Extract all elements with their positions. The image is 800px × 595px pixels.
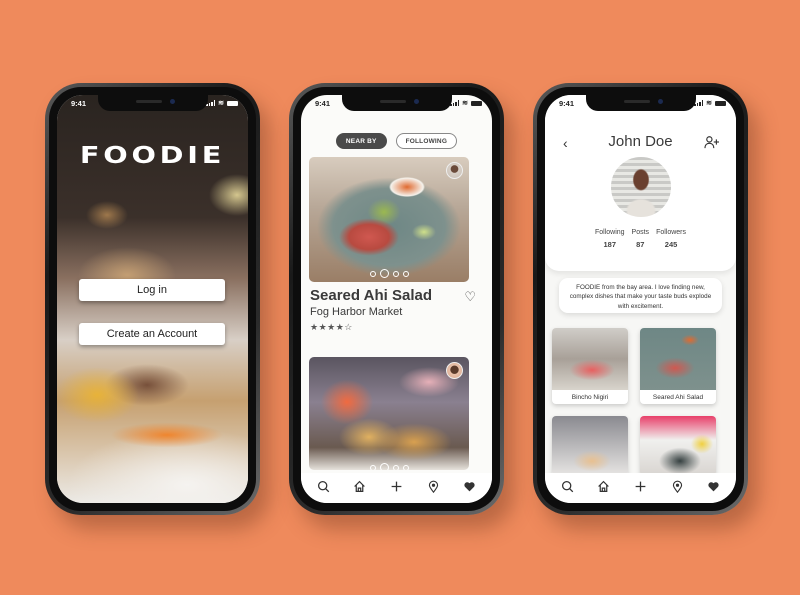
signal-icon bbox=[694, 100, 704, 106]
profile-screen: ‹ John Doe Following 187 Posts 87 Follow… bbox=[545, 95, 736, 503]
tab-following[interactable]: FOLLOWING bbox=[395, 133, 458, 149]
carousel-dot-active[interactable] bbox=[379, 463, 389, 470]
grid-post[interactable]: Bincho Nigiri bbox=[552, 328, 628, 404]
post-image[interactable] bbox=[309, 157, 469, 282]
grid-post[interactable] bbox=[552, 416, 628, 476]
nav-search[interactable] bbox=[558, 477, 576, 495]
heart-icon bbox=[464, 481, 475, 491]
grid-post-image bbox=[552, 416, 628, 476]
create-account-button[interactable]: Create an Account bbox=[79, 323, 225, 345]
heart-icon bbox=[708, 481, 719, 491]
plus-icon bbox=[391, 481, 402, 491]
signal-icon bbox=[206, 100, 216, 106]
search-icon bbox=[317, 480, 330, 492]
notch bbox=[585, 95, 696, 111]
stat-value: 87 bbox=[636, 240, 645, 249]
notch bbox=[341, 95, 452, 111]
stat-label: Posts bbox=[631, 229, 650, 236]
carousel-dot-active[interactable] bbox=[379, 269, 389, 278]
bottom-nav bbox=[545, 473, 736, 503]
nav-add[interactable] bbox=[387, 477, 405, 495]
carousel-dot[interactable] bbox=[392, 464, 399, 470]
profile-avatar[interactable] bbox=[608, 155, 673, 219]
stat-value: 245 bbox=[664, 240, 678, 249]
nav-favorites[interactable] bbox=[705, 477, 723, 495]
poster-avatar[interactable] bbox=[446, 362, 463, 379]
battery-icon bbox=[471, 100, 482, 106]
grid-post-label: Seared Ahi Salad bbox=[652, 393, 704, 401]
carousel-dot[interactable] bbox=[402, 270, 409, 277]
grid-post-image bbox=[552, 328, 628, 390]
poster-avatar[interactable] bbox=[446, 162, 463, 179]
grid-post-image bbox=[640, 416, 716, 476]
status-time: 9:41 bbox=[559, 98, 575, 108]
login-screen: 9:41 ≋ FOODIE Log in Create an Account bbox=[57, 95, 248, 503]
tab-near-by[interactable]: NEAR BY bbox=[335, 133, 387, 149]
carousel-dot[interactable] bbox=[402, 464, 409, 470]
home-icon bbox=[354, 480, 366, 492]
carousel-dots bbox=[309, 463, 469, 470]
bottom-nav bbox=[301, 473, 492, 503]
app-logo: FOODIE bbox=[79, 143, 226, 169]
home-icon bbox=[598, 480, 610, 492]
location-pin-icon bbox=[672, 480, 682, 493]
profile-header: ‹ John Doe Following 187 Posts 87 Follow… bbox=[545, 95, 736, 271]
feed-screen: 9:41 ≋ NEAR BY FOLLOWING Seared Ahi Sala… bbox=[301, 95, 492, 503]
stat-label: Following bbox=[594, 229, 625, 236]
grid-post[interactable]: Seared Ahi Salad bbox=[640, 328, 716, 404]
post-title: Seared Ahi Salad bbox=[310, 287, 432, 304]
nav-search[interactable] bbox=[314, 477, 332, 495]
profile-stats: Following 187 Posts 87 Followers 245 bbox=[545, 229, 736, 249]
location-pin-icon bbox=[428, 480, 438, 493]
wifi-icon: ≋ bbox=[706, 99, 712, 107]
rating-stars: ★★★★☆ bbox=[310, 322, 353, 332]
grid-post[interactable] bbox=[640, 416, 716, 476]
wifi-icon: ≋ bbox=[462, 99, 468, 107]
nav-location[interactable] bbox=[668, 477, 686, 495]
signal-icon bbox=[450, 100, 460, 106]
battery-icon bbox=[227, 100, 238, 106]
phone-profile: ‹ John Doe Following 187 Posts 87 Follow… bbox=[533, 83, 748, 515]
nav-location[interactable] bbox=[424, 477, 442, 495]
profile-bio: FOODIE from the bay area. I love finding… bbox=[559, 278, 722, 313]
status-time: 9:41 bbox=[71, 98, 87, 108]
phone-login: 9:41 ≋ FOODIE Log in Create an Account bbox=[45, 83, 260, 515]
stat-label: Followers bbox=[656, 229, 687, 236]
stat-following[interactable]: Following 187 bbox=[595, 229, 625, 249]
wifi-icon: ≋ bbox=[218, 99, 224, 107]
battery-icon bbox=[715, 100, 726, 106]
grid-post-label: Bincho Nigiri bbox=[571, 393, 609, 401]
carousel-dots bbox=[309, 269, 469, 278]
search-icon bbox=[561, 480, 574, 492]
nav-add[interactable] bbox=[631, 477, 649, 495]
post-image[interactable] bbox=[309, 357, 469, 470]
carousel-dot[interactable] bbox=[369, 270, 376, 277]
feed-tabs: NEAR BY FOLLOWING bbox=[301, 133, 492, 149]
post-place: Fog Harbor Market bbox=[310, 306, 403, 318]
phone-feed: 9:41 ≋ NEAR BY FOLLOWING Seared Ahi Sala… bbox=[289, 83, 504, 515]
notch bbox=[97, 95, 208, 111]
nav-home[interactable] bbox=[351, 477, 369, 495]
add-friend-icon[interactable] bbox=[704, 135, 720, 149]
carousel-dot[interactable] bbox=[392, 270, 399, 277]
nav-home[interactable] bbox=[595, 477, 613, 495]
plus-icon bbox=[635, 481, 646, 491]
stat-followers[interactable]: Followers 245 bbox=[656, 229, 686, 249]
status-time: 9:41 bbox=[315, 98, 331, 108]
heart-icon[interactable]: ♡ bbox=[464, 289, 476, 305]
login-button[interactable]: Log in bbox=[79, 279, 225, 301]
grid-post-image bbox=[640, 328, 716, 390]
nav-favorites[interactable] bbox=[461, 477, 479, 495]
stat-value: 187 bbox=[603, 240, 617, 249]
stat-posts[interactable]: Posts 87 bbox=[632, 229, 650, 249]
carousel-dot[interactable] bbox=[369, 464, 376, 470]
